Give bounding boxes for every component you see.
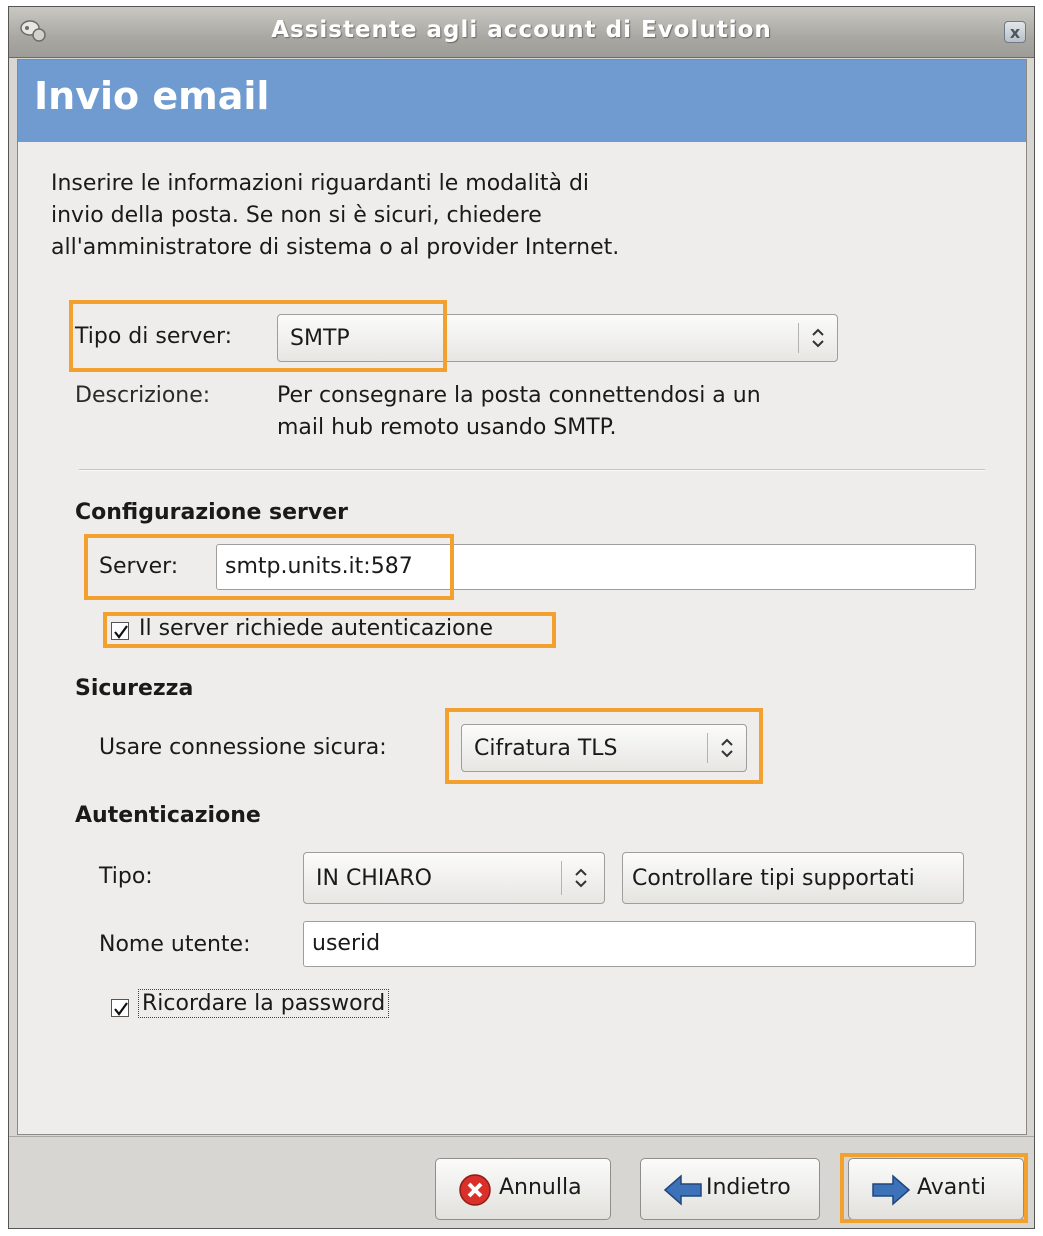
highlight-server-type	[69, 300, 447, 372]
footer-separator	[9, 1136, 1034, 1137]
page-header: Invio email	[18, 60, 1026, 142]
authentication-heading: Autenticazione	[75, 803, 261, 828]
separator	[79, 469, 985, 471]
title-bar[interactable]: Assistente agli account di Evolution x	[9, 7, 1034, 58]
evolution-account-assistant-window: Assistente agli account di Evolution x I…	[8, 6, 1035, 1229]
auth-type-value: IN CHIARO	[316, 866, 432, 891]
username-input[interactable]: userid	[303, 921, 976, 967]
highlight-next-button	[840, 1153, 1028, 1223]
security-heading: Sicurezza	[75, 676, 194, 701]
description-line: Per consegnare la posta connettendosi a …	[277, 383, 761, 408]
description-label: Descrizione:	[75, 383, 211, 408]
highlight-secure-connection	[445, 708, 763, 784]
intro-text: Inserire le informazioni riguardanti le …	[51, 168, 619, 264]
intro-line: Inserire le informazioni riguardanti le …	[51, 171, 590, 196]
close-button[interactable]: x	[1004, 21, 1026, 43]
page-title: Invio email	[34, 74, 270, 118]
cancel-label: Annulla	[499, 1175, 582, 1200]
cancel-button[interactable]: Annulla	[435, 1158, 611, 1220]
secure-connection-label: Usare connessione sicura:	[99, 735, 387, 760]
back-button[interactable]: Indietro	[640, 1158, 820, 1220]
server-config-heading: Configurazione server	[75, 500, 349, 525]
username-value: userid	[312, 931, 381, 956]
remember-password-label[interactable]: Ricordare la password	[138, 989, 390, 1018]
back-label: Indietro	[706, 1175, 791, 1200]
updown-arrows-icon	[812, 328, 824, 348]
combo-separator	[561, 861, 562, 895]
check-supported-types-button[interactable]: Controllare tipi supportati	[622, 852, 964, 904]
wizard-page: Invio email Inserire le informazioni rig…	[17, 59, 1027, 1135]
remember-password-checkbox[interactable]	[111, 999, 129, 1017]
username-label: Nome utente:	[99, 932, 251, 957]
check-supported-types-label: Controllare tipi supportati	[632, 866, 915, 891]
intro-line: all'amministratore di sistema o al provi…	[51, 235, 620, 260]
close-icon: x	[1009, 23, 1021, 42]
highlight-server	[84, 534, 454, 600]
blue-arrow-left-icon	[663, 1174, 702, 1206]
updown-arrows-icon	[575, 868, 587, 888]
auth-type-combo[interactable]: IN CHIARO	[303, 852, 605, 904]
red-x-icon	[459, 1174, 491, 1206]
intro-line: invio della posta. Se non si è sicuri, c…	[51, 203, 542, 228]
auth-type-label: Tipo:	[99, 864, 153, 889]
highlight-auth-required	[103, 612, 556, 648]
combo-separator	[798, 323, 799, 353]
checkmark-icon	[114, 1002, 128, 1016]
description-line: mail hub remoto usando SMTP.	[277, 415, 617, 440]
window-title: Assistente agli account di Evolution	[271, 17, 772, 43]
